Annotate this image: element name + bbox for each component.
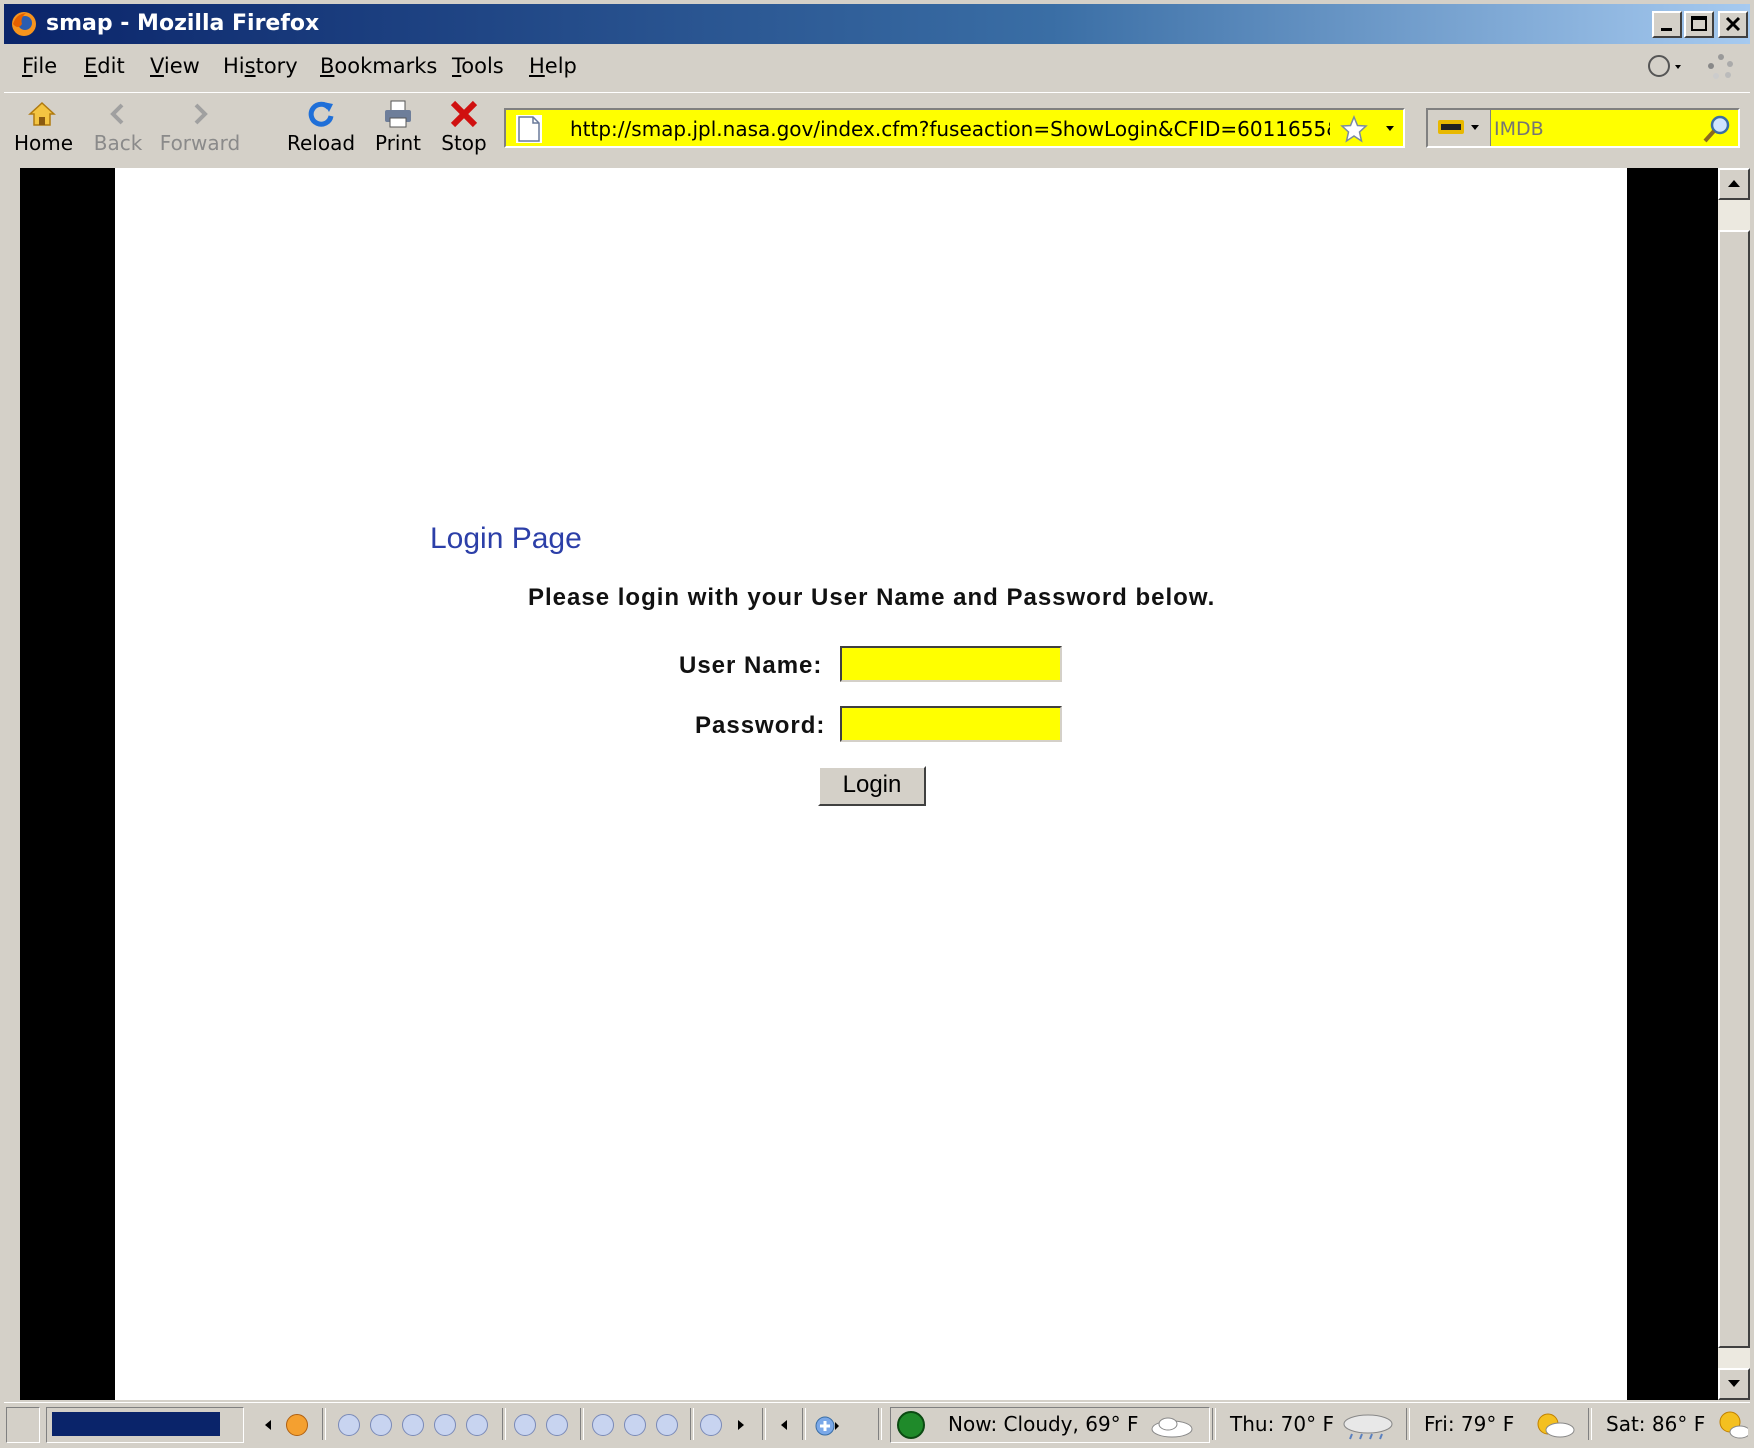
- printer-icon: [385, 100, 411, 128]
- print-button[interactable]: Print: [370, 97, 426, 155]
- cloudy-icon: [1151, 1417, 1193, 1438]
- rain-cloud-icon: [1343, 1414, 1393, 1440]
- globe-icon: [897, 1411, 925, 1439]
- window-title: smap - Mozilla Firefox: [46, 11, 320, 36]
- media-pause-icon[interactable]: [402, 1414, 424, 1436]
- search-input[interactable]: [1492, 113, 1686, 145]
- title-bar: smap - Mozilla Firefox: [4, 4, 1750, 44]
- scroll-left-arrow-icon[interactable]: [778, 1418, 790, 1432]
- media-mute-icon[interactable]: [700, 1414, 722, 1436]
- minimize-icon: [1661, 28, 1672, 31]
- username-field[interactable]: [840, 646, 1062, 682]
- search-icon[interactable]: [1702, 114, 1732, 144]
- media-play-icon[interactable]: [370, 1414, 392, 1436]
- forward-button[interactable]: Forward: [156, 97, 244, 155]
- media-stop-icon[interactable]: [434, 1414, 456, 1436]
- reload-button[interactable]: Reload: [284, 97, 358, 155]
- media-shuffle-icon[interactable]: [546, 1414, 568, 1436]
- media-skip-back-icon[interactable]: [338, 1414, 360, 1436]
- scroll-up-button[interactable]: [1718, 168, 1750, 200]
- scroll-down-button[interactable]: [1718, 1368, 1750, 1400]
- media-eject-icon[interactable]: [592, 1414, 614, 1436]
- media-skip-forward-icon[interactable]: [466, 1414, 488, 1436]
- status-panel-blank: [6, 1407, 40, 1443]
- stop-label: Stop: [441, 131, 487, 155]
- page-title: Login Page: [430, 522, 582, 555]
- partly-sunny-icon: [1537, 1413, 1575, 1438]
- profile-dropdown-icon[interactable]: [1646, 52, 1686, 80]
- username-label: User Name:: [679, 652, 823, 679]
- minimize-button[interactable]: [1652, 11, 1682, 38]
- back-label: Back: [93, 131, 143, 155]
- bookmark-star-icon[interactable]: [1339, 114, 1369, 144]
- back-button[interactable]: Back: [90, 97, 146, 155]
- menu-edit[interactable]: Edit: [84, 54, 125, 78]
- addon-icon[interactable]: [814, 1414, 840, 1438]
- browser-window: smap - Mozilla Firefox File Edit View Hi…: [0, 0, 1754, 1448]
- menu-history[interactable]: History: [223, 54, 298, 78]
- sunny-icon: [1719, 1411, 1748, 1439]
- scroll-thumb[interactable]: [1718, 230, 1750, 1348]
- media-player-icon[interactable]: [286, 1414, 308, 1436]
- weather-now[interactable]: Now: Cloudy, 69° F: [948, 1412, 1139, 1436]
- throbber-icon: [1708, 54, 1733, 79]
- url-text[interactable]: http://smap.jpl.nasa.gov/index.cfm?fusea…: [570, 117, 1330, 141]
- reload-icon: [308, 101, 334, 127]
- login-instructions: Please login with your User Name and Pas…: [528, 584, 1216, 611]
- menu-bookmarks[interactable]: Bookmarks: [320, 54, 437, 78]
- stop-button[interactable]: Stop: [436, 97, 492, 155]
- search-engine-selector[interactable]: [1428, 110, 1491, 146]
- weather-sat[interactable]: Sat: 86° F: [1606, 1412, 1705, 1436]
- media-music-icon[interactable]: [514, 1414, 536, 1436]
- media-next-arrow-icon[interactable]: [736, 1418, 746, 1432]
- progress-bar: [52, 1412, 220, 1436]
- weather-fri[interactable]: Fri: 79° F: [1424, 1412, 1514, 1436]
- home-button[interactable]: Home: [14, 97, 74, 155]
- media-prev-arrow-icon[interactable]: [262, 1418, 274, 1432]
- vertical-scrollbar[interactable]: [1718, 168, 1750, 1400]
- password-field[interactable]: [840, 706, 1062, 742]
- maximize-icon: [1691, 16, 1707, 31]
- forward-label: Forward: [159, 131, 241, 155]
- back-arrow-icon: [110, 103, 124, 125]
- maximize-button[interactable]: [1684, 11, 1714, 38]
- close-icon: [1725, 16, 1741, 32]
- reload-label: Reload: [286, 131, 356, 155]
- menu-bar: File Edit View History Bookmarks Tools H…: [4, 46, 1750, 88]
- imdb-engine-icon: [1438, 120, 1464, 134]
- address-bar[interactable]: http://smap.jpl.nasa.gov/index.cfm?fusea…: [504, 108, 1405, 148]
- scroll-down-arrow-icon: [1728, 1380, 1740, 1387]
- close-window-button[interactable]: [1718, 11, 1748, 38]
- menu-file[interactable]: File: [22, 54, 57, 78]
- home-label: Home: [14, 131, 74, 155]
- media-volume-down-icon[interactable]: [656, 1414, 678, 1436]
- media-volume-up-icon[interactable]: [624, 1414, 646, 1436]
- print-label: Print: [374, 131, 421, 155]
- page-icon: [516, 115, 542, 143]
- url-dropdown-icon[interactable]: [1384, 122, 1396, 134]
- menu-view[interactable]: View: [150, 54, 200, 78]
- sidebar-splitter[interactable]: [4, 168, 20, 1400]
- search-bar: [1426, 108, 1740, 148]
- menu-tools[interactable]: Tools: [452, 54, 504, 78]
- forward-arrow-icon: [194, 103, 208, 125]
- password-label: Password:: [695, 712, 826, 739]
- stop-icon: [450, 100, 478, 128]
- login-button[interactable]: Login: [818, 766, 926, 806]
- home-icon: [28, 101, 56, 126]
- scroll-up-arrow-icon: [1728, 180, 1740, 187]
- weather-thu[interactable]: Thu: 70° F: [1230, 1412, 1334, 1436]
- firefox-icon: [12, 12, 36, 36]
- menu-help[interactable]: Help: [529, 54, 577, 78]
- engine-dropdown-icon: [1471, 125, 1479, 130]
